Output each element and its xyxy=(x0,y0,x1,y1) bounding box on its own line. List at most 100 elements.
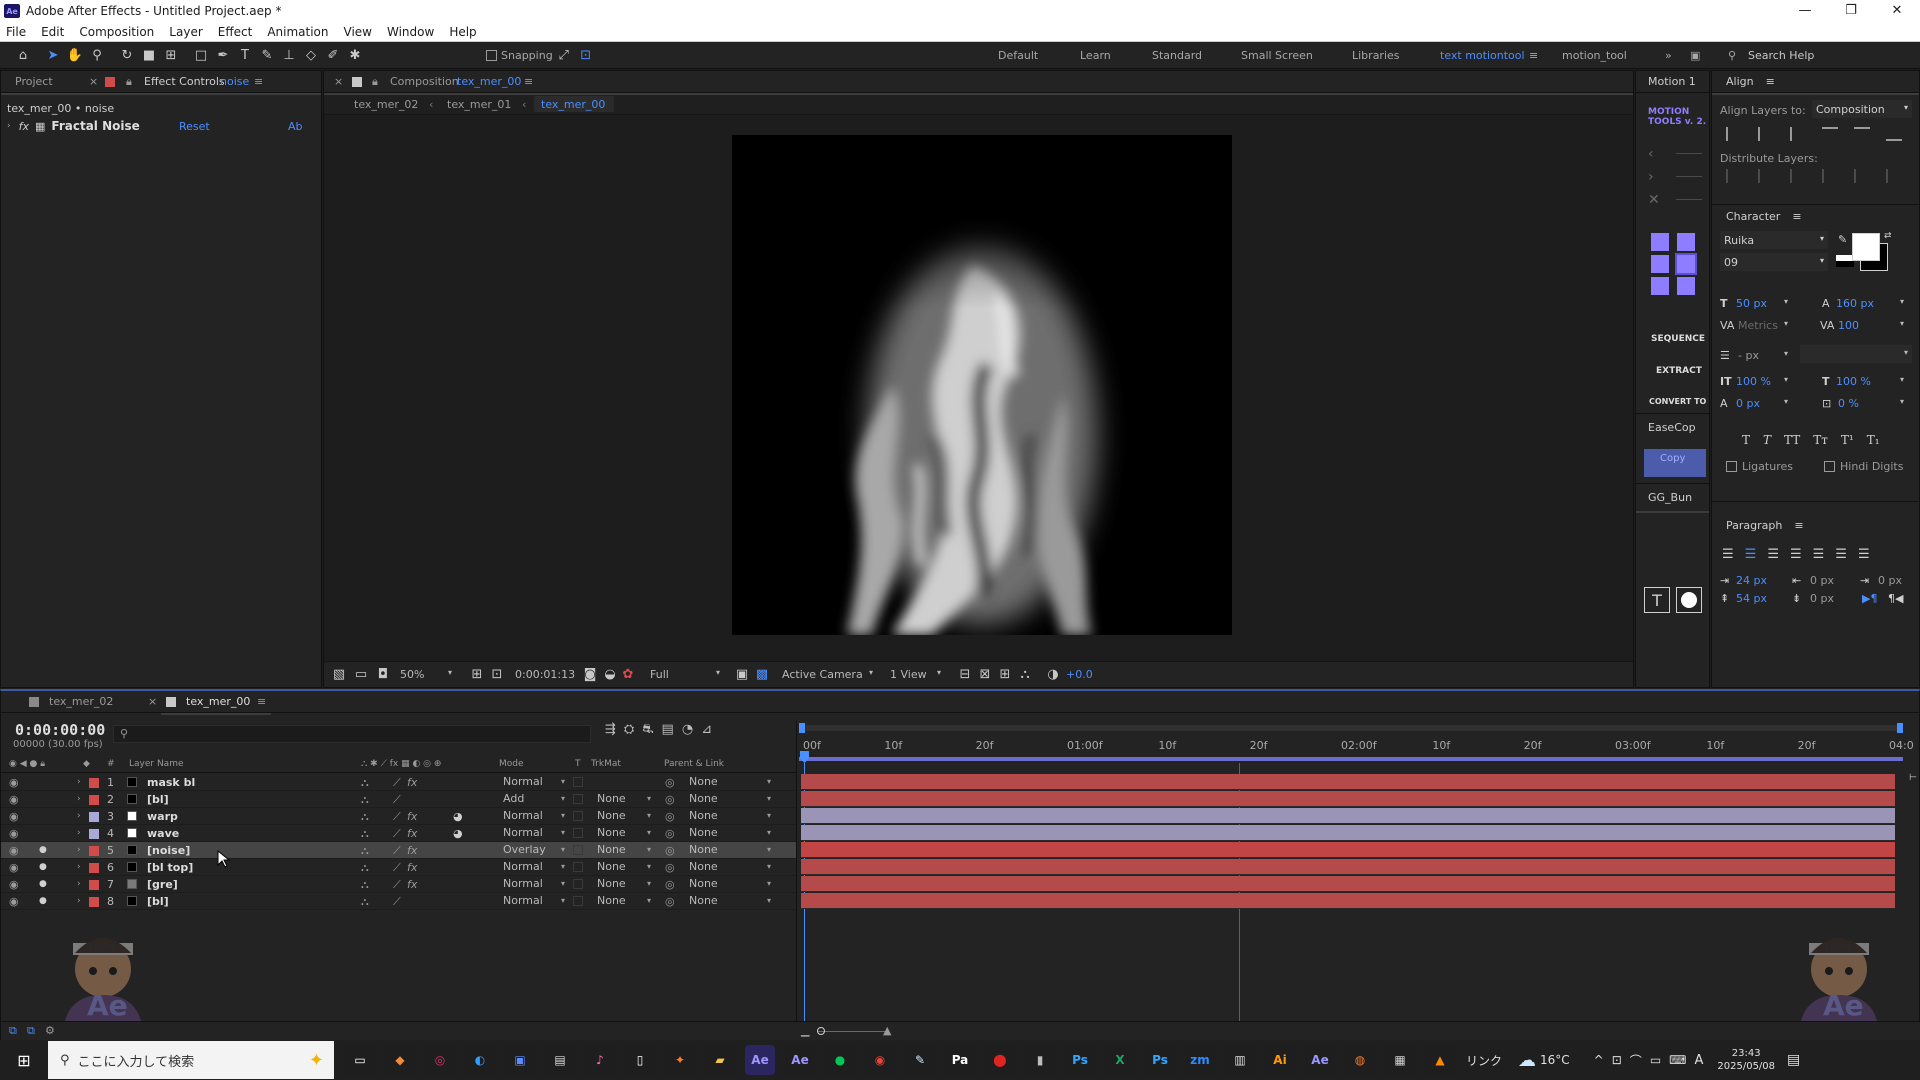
menu-view[interactable]: View xyxy=(344,25,372,39)
toggle-modes-icon[interactable]: ⧉ xyxy=(27,1024,35,1038)
workspace-overflow-icon[interactable]: » xyxy=(1665,43,1672,69)
taskbar-link-label[interactable]: リンク xyxy=(1466,1052,1502,1069)
tab-gg-bun[interactable]: GG_Bun xyxy=(1636,483,1709,505)
snapshot-camera-icon[interactable]: ◙ xyxy=(581,665,599,683)
workspace-libraries[interactable]: Libraries xyxy=(1352,43,1400,69)
keyboard-icon[interactable]: ⌨ xyxy=(1669,1053,1686,1067)
swap-colors-icon[interactable]: ⇄ xyxy=(1884,231,1892,241)
close-timeline-tab-icon[interactable]: × xyxy=(148,695,157,708)
search-icon[interactable]: ⚲ xyxy=(1728,43,1736,69)
taskbar-app-illustrator-icon[interactable]: Ai xyxy=(1265,1045,1295,1075)
taskbar-app-mic-icon[interactable]: ▮ xyxy=(1025,1045,1055,1075)
font-size-value[interactable]: 50 px xyxy=(1736,297,1767,310)
breadcrumb-tex-mer-01[interactable]: tex_mer_01 xyxy=(447,98,511,111)
rtl-direction-icon[interactable]: ¶◀ xyxy=(1888,592,1903,605)
distribute-left-icon[interactable] xyxy=(1822,169,1838,183)
align-top-icon[interactable] xyxy=(1822,127,1838,141)
taskbar-clock[interactable]: 23:43 2025/05/08 xyxy=(1717,1047,1775,1073)
distribute-hcenter-icon[interactable] xyxy=(1854,169,1870,183)
exposure-value[interactable]: +0.0 xyxy=(1066,668,1093,681)
justify-all-icon[interactable]: ☰ xyxy=(1858,547,1870,562)
circle-tool-icon[interactable] xyxy=(1676,587,1702,613)
small-caps-icon[interactable]: Tт xyxy=(1813,433,1828,447)
timeline-tab-tex-mer-02[interactable]: tex_mer_02 xyxy=(49,695,113,708)
menu-layer[interactable]: Layer xyxy=(169,25,202,39)
time-ruler[interactable]: 00f 10f 20f 01:00f 10f 20f 02:00f 10f 20f 03:00f 1… xyxy=(797,737,1914,757)
baseline-shift-value[interactable]: 0 px xyxy=(1736,397,1760,410)
3d-renderer-icon[interactable]: ⊠ xyxy=(976,665,994,683)
taskbar-app-app-pen-icon[interactable]: ✎ xyxy=(905,1045,935,1075)
motion-anchor-grid[interactable] xyxy=(1651,233,1701,295)
shy-layers-icon[interactable]: ⛐ xyxy=(642,722,653,739)
snap-grid-icon[interactable]: ⊡ xyxy=(577,47,595,65)
faux-italic-icon[interactable]: T xyxy=(1763,433,1771,447)
align-text-right-icon[interactable]: ☰ xyxy=(1767,547,1779,562)
subscript-icon[interactable]: T₁ xyxy=(1867,433,1880,447)
close-tab-icon[interactable]: × xyxy=(89,75,98,88)
pixel-aspect-icon[interactable]: ⊟ xyxy=(956,665,974,683)
font-family-dropdown[interactable]: Ruika ▾ xyxy=(1720,231,1828,249)
snapping-checkbox[interactable] xyxy=(486,50,497,61)
workspace-motion-tool[interactable]: motion_tool xyxy=(1562,43,1627,69)
ligatures-checkbox[interactable] xyxy=(1726,461,1737,472)
camera-view-dropdown[interactable]: Active Camera xyxy=(782,668,863,681)
weather-temperature[interactable]: 16°C xyxy=(1540,1053,1570,1067)
align-hcenter-icon[interactable] xyxy=(1758,127,1774,141)
extract-button[interactable]: EXTRACT xyxy=(1656,366,1702,376)
draft-3d-icon[interactable]: ⛭ xyxy=(624,722,634,739)
faux-bold-icon[interactable]: T xyxy=(1742,433,1750,447)
kerning-value[interactable]: Metrics xyxy=(1738,319,1778,332)
menu-effect[interactable]: Effect xyxy=(218,25,253,39)
layer-duration-bar[interactable] xyxy=(801,808,1895,824)
selection-tool-icon[interactable]: ➤ xyxy=(44,47,62,65)
font-style-dropdown[interactable]: 09 ▾ xyxy=(1720,253,1828,271)
leading-value[interactable]: 160 px xyxy=(1836,297,1874,310)
indent-right-value[interactable]: 0 px xyxy=(1878,574,1902,587)
av-features-icon[interactable]: ◉ ◀ ● 🔒︎ xyxy=(9,759,45,769)
show-snapshot-icon[interactable]: ◒ xyxy=(601,665,619,683)
space-before-value[interactable]: 54 px xyxy=(1736,592,1767,605)
about-link[interactable]: Ab xyxy=(288,120,303,133)
indent-left-value[interactable]: 24 px xyxy=(1736,574,1767,587)
space-after-value[interactable]: 0 px xyxy=(1810,592,1834,605)
menu-help[interactable]: Help xyxy=(449,25,476,39)
toggle-switches-icon[interactable]: ⧉ xyxy=(9,1024,17,1038)
superscript-icon[interactable]: T¹ xyxy=(1841,433,1854,447)
align-text-center-icon[interactable]: ☰ xyxy=(1745,547,1757,562)
all-caps-icon[interactable]: TT xyxy=(1784,433,1800,447)
taskbar-app-zoom-icon[interactable]: zm xyxy=(1185,1045,1215,1075)
stroke-width-value[interactable]: - px xyxy=(1738,349,1759,362)
panel-menu-icon[interactable]: ≡ xyxy=(254,75,263,88)
taskbar-app-after-effects-2-icon[interactable]: Ae xyxy=(785,1045,815,1075)
justify-last-right-icon[interactable]: ☰ xyxy=(1835,547,1847,562)
effect-name[interactable]: Fractal Noise xyxy=(51,119,139,133)
taskbar-app-itunes-icon[interactable]: ♪ xyxy=(585,1045,615,1075)
taskbar-app-explorer-icon[interactable]: ▰ xyxy=(705,1045,735,1075)
workspace-standard[interactable]: Standard xyxy=(1152,43,1202,69)
eyedropper-icon[interactable]: ✎ xyxy=(1838,233,1847,246)
comp-tab-name[interactable]: tex_mer_00 xyxy=(457,75,521,88)
taskbar-search-input[interactable]: ⚲ ここに入力して検索 ✦ xyxy=(48,1041,334,1079)
align-vcenter-icon[interactable] xyxy=(1854,127,1870,141)
zoom-slider[interactable] xyxy=(817,1027,887,1035)
paragraph-menu-icon[interactable]: ≡ xyxy=(1794,519,1803,532)
menu-edit[interactable]: Edit xyxy=(41,25,64,39)
eraser-tool-icon[interactable]: ◇ xyxy=(302,47,320,65)
justify-last-center-icon[interactable]: ☰ xyxy=(1813,547,1825,562)
align-bottom-icon[interactable] xyxy=(1886,127,1902,141)
close-comp-tab-icon[interactable]: × xyxy=(334,75,343,88)
ime-indicator[interactable]: A xyxy=(1694,1053,1703,1068)
fast-previews-icon[interactable]: ▣ xyxy=(733,665,751,683)
taskbar-app-copilot-icon[interactable]: ◆ xyxy=(385,1045,415,1075)
workspace-menu-icon[interactable]: ≡ xyxy=(1529,43,1538,69)
rotate-tool-icon[interactable]: ↻ xyxy=(118,47,136,65)
camera-tool-icon[interactable]: ■ xyxy=(140,47,158,65)
network-icon[interactable]: ⌒ xyxy=(1630,1052,1642,1069)
taskbar-app-file-icon[interactable]: ▯ xyxy=(625,1045,655,1075)
taskbar-app-photoshop-2-icon[interactable]: Ps xyxy=(1145,1045,1175,1075)
expand-chevron-icon[interactable]: › xyxy=(7,121,11,131)
hindi-digits-checkbox[interactable] xyxy=(1824,461,1835,472)
easecopy-copy-button[interactable]: Copy xyxy=(1644,449,1706,477)
distribute-right-icon[interactable] xyxy=(1886,169,1902,183)
zoom-tool-icon[interactable]: ⚲ xyxy=(88,47,106,65)
